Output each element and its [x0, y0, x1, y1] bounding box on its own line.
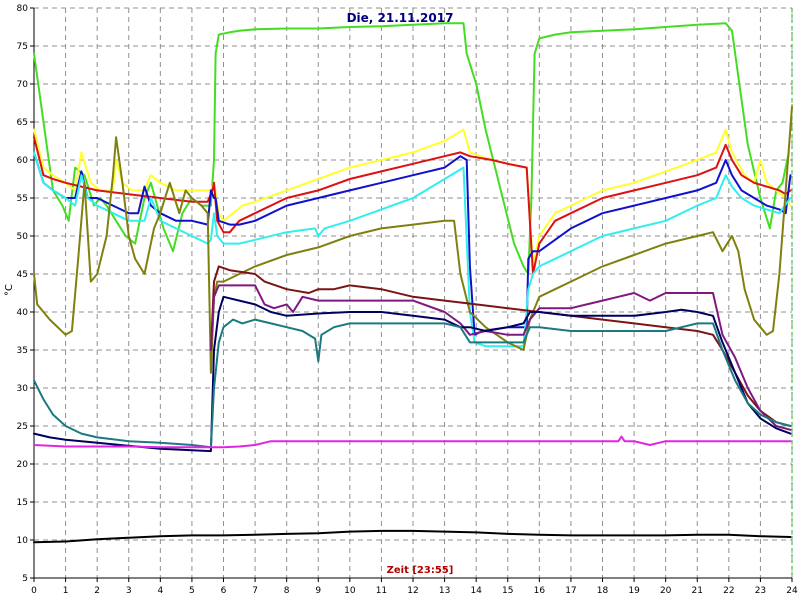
x-tick-label: 23 [755, 586, 766, 596]
x-tick-label: 22 [723, 586, 734, 596]
x-tick-label: 8 [284, 586, 290, 596]
x-tick-label: 20 [660, 586, 672, 596]
x-tick-label: 7 [252, 586, 258, 596]
y-tick-label: 80 [17, 4, 29, 14]
chart-title: Die, 21.11.2017 [347, 11, 454, 25]
x-axis-label: Zeit [23:55] [387, 565, 454, 576]
x-tick-label: 6 [221, 586, 227, 596]
x-tick-label: 4 [157, 586, 163, 596]
x-tick-label: 14 [470, 586, 482, 596]
y-tick-label: 75 [17, 42, 28, 52]
x-tick-label: 16 [534, 586, 546, 596]
y-tick-label: 65 [17, 118, 28, 128]
x-tick-label: 21 [692, 586, 703, 596]
x-tick-label: 12 [407, 586, 418, 596]
x-tick-label: 9 [315, 586, 321, 596]
y-tick-label: 55 [17, 194, 28, 204]
x-tick-label: 19 [628, 586, 640, 596]
y-tick-label: 25 [17, 422, 28, 432]
x-tick-label: 10 [344, 586, 356, 596]
y-tick-label: 60 [17, 156, 29, 166]
y-tick-label: 45 [17, 270, 28, 280]
x-tick-label: 11 [376, 586, 387, 596]
y-tick-label: 35 [17, 346, 28, 356]
x-tick-label: 18 [597, 586, 609, 596]
y-tick-label: 70 [17, 80, 29, 90]
x-tick-label: 2 [94, 586, 100, 596]
x-tick-label: 3 [126, 586, 132, 596]
y-tick-label: 50 [17, 232, 29, 242]
x-tick-label: 15 [502, 586, 513, 596]
x-tick-label: 17 [565, 586, 576, 596]
x-tick-label: 1 [63, 586, 69, 596]
y-tick-label: 20 [17, 460, 29, 470]
x-tick-label: 5 [189, 586, 195, 596]
x-tick-label: 0 [31, 586, 37, 596]
chart-root: 0 1 2 3 4 5 6 7 8 9 10 11 12 13 14 15 16 17 18 19 20 21 22 23 24… [0, 0, 800, 600]
x-tick-label: 24 [786, 586, 798, 596]
y-tick-label: 30 [17, 384, 29, 394]
y-tick-label: 10 [17, 536, 29, 546]
y-tick-label: 40 [17, 308, 29, 318]
y-axis-label: °C [4, 284, 15, 296]
x-tick-label: 13 [439, 586, 450, 596]
y-tick-label: 5 [22, 574, 28, 584]
y-tick-label: 15 [17, 498, 28, 508]
line-chart: 0 1 2 3 4 5 6 7 8 9 10 11 12 13 14 15 16 17 18 19 20 21 22 23 24… [4, 4, 798, 596]
